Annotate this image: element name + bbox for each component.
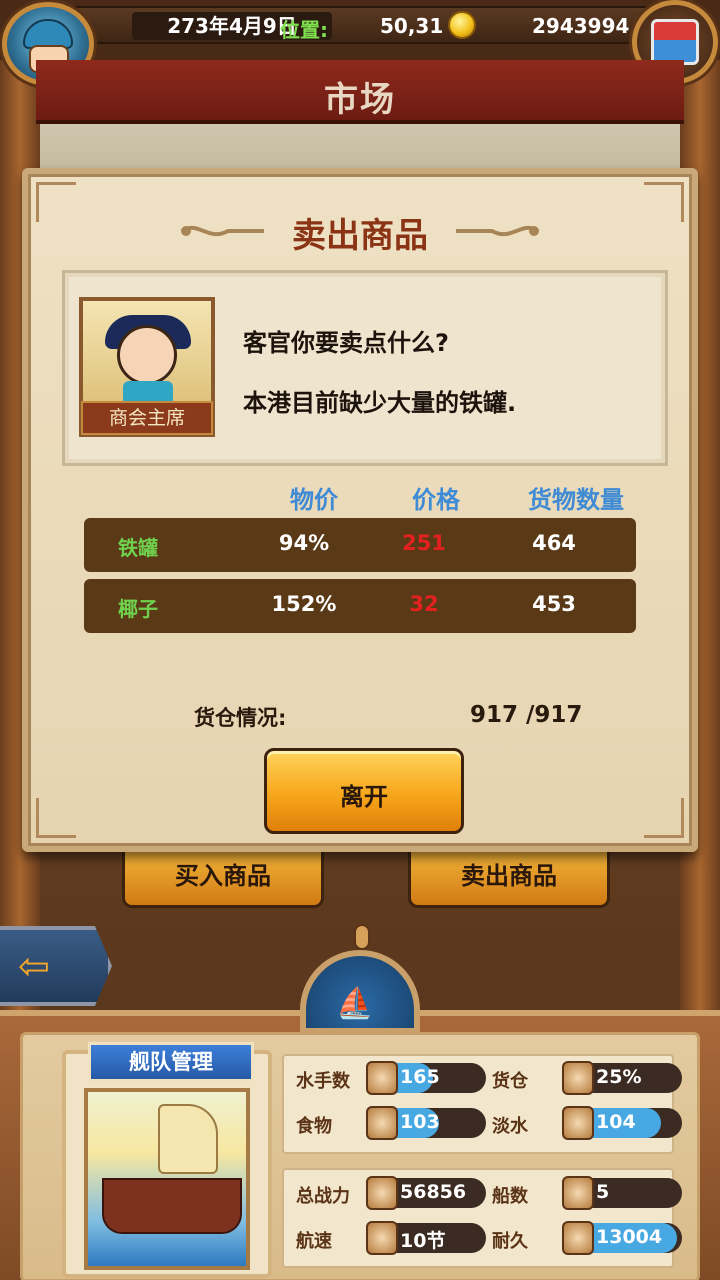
fleet-stat: 航速 10节 [296, 1221, 486, 1255]
top-status-bar: 273年4月9日 位置: 50,31 2943994 [60, 6, 660, 44]
fleet-stat: 耐久 13004 [492, 1221, 682, 1255]
ship-count-icon [562, 1176, 594, 1210]
back-arrow-icon: ⇦ [18, 944, 50, 988]
fleet-stat: 船数 5 [492, 1176, 682, 1210]
fleet-stat-label: 船数 [492, 1186, 528, 1207]
col-header-price-index: 物价 [290, 486, 338, 514]
fleet-management-card[interactable]: 舰队管理 [62, 1042, 272, 1278]
leave-label: 离开 [340, 783, 388, 811]
col-header-price: 价格 [412, 486, 460, 514]
storage-label: 货仓情况: [194, 706, 287, 730]
goods-row[interactable]: 铁罐 94% 251 464 [84, 518, 636, 572]
fleet-stat: 货仓 25% [492, 1061, 682, 1095]
ship-picture [84, 1088, 250, 1270]
fleet-stat-value: 104 [596, 1111, 636, 1133]
fleet-stat-label: 航速 [296, 1231, 332, 1252]
goods-price-index: 152% [271, 592, 337, 616]
fleet-management-label: 舰队管理 [88, 1042, 254, 1082]
npc-name: 商会主席 [81, 401, 213, 435]
fleet-stat-value: 56856 [400, 1181, 467, 1203]
fleet-stat-label: 耐久 [492, 1231, 528, 1252]
goods-price-index: 94% [278, 531, 330, 555]
leave-button[interactable]: 离开 [264, 748, 464, 834]
corner-ornament [36, 798, 76, 838]
fleet-stat: 食物 103 [296, 1106, 486, 1140]
water-icon [562, 1106, 594, 1140]
ship-sail-icon [158, 1104, 218, 1174]
position-value: 50,31 [380, 14, 444, 38]
fleet-stat-label: 总战力 [296, 1186, 350, 1207]
npc-line-1: 客官你要卖点什么? [243, 329, 449, 357]
fleet-stat-value: 165 [400, 1066, 440, 1088]
gold-coin-icon [448, 11, 476, 39]
sailing-speed-icon [366, 1221, 398, 1255]
gold-amount: 2943994 [532, 14, 630, 38]
dialog-title: 卖出商品 [292, 216, 428, 256]
npc-portrait: 商会主席 [79, 297, 215, 437]
cargo-icon [562, 1061, 594, 1095]
back-button[interactable]: ⇦ [0, 926, 112, 1006]
col-header-quantity: 货物数量 [528, 486, 624, 514]
meat-icon [366, 1106, 398, 1140]
sell-dialog: 卖出商品 商会主席 客官你要卖点什么? 本港目前缺少大量的铁罐. 物价 价格 货… [22, 168, 698, 852]
page-title: 市场 [324, 80, 396, 120]
fleet-stat-label: 货仓 [492, 1071, 528, 1092]
storage-value: 917 /917 [470, 702, 583, 728]
goods-name: 铁罐 [118, 536, 158, 560]
sell-goods-label: 卖出商品 [461, 862, 557, 890]
goods-price: 32 [409, 592, 439, 616]
sailor-icon [366, 1061, 398, 1095]
goods-name: 椰子 [118, 597, 158, 621]
treasure-chest-icon [651, 19, 699, 65]
buy-goods-label: 买入商品 [175, 862, 271, 890]
fleet-stat-label: 水手数 [296, 1071, 350, 1092]
fleet-stat: 总战力 56856 [296, 1176, 486, 1210]
fleet-stat-label: 淡水 [492, 1116, 528, 1137]
position-label: 位置: [280, 18, 328, 42]
fleet-stat: 淡水 104 [492, 1106, 682, 1140]
buy-goods-button[interactable]: 买入商品 [122, 852, 324, 908]
fleet-stat-value: 5 [596, 1181, 610, 1203]
title-banner: 市场 [36, 60, 684, 124]
fleet-stat-value: 10节 [400, 1230, 446, 1252]
sell-goods-button[interactable]: 卖出商品 [408, 852, 610, 908]
corner-ornament [644, 798, 684, 838]
goods-price: 251 [402, 531, 446, 555]
npc-face-icon [117, 325, 177, 385]
fleet-stat-value: 25% [596, 1066, 642, 1088]
durability-icon [562, 1221, 594, 1255]
fleet-stat-value: 13004 [596, 1226, 663, 1248]
fleet-stat: 水手数 165 [296, 1061, 486, 1095]
fleet-stat-label: 食物 [296, 1116, 332, 1137]
goods-row[interactable]: 椰子 152% 32 453 [84, 579, 636, 633]
crossed-swords-icon [366, 1176, 398, 1210]
ship-hull-icon [102, 1178, 242, 1234]
goods-quantity: 464 [532, 531, 576, 555]
dome-knob-icon [354, 924, 370, 950]
npc-speech-box: 商会主席 客官你要卖点什么? 本港目前缺少大量的铁罐. [62, 270, 668, 466]
boat-icon: ⛵ [336, 986, 374, 1021]
npc-line-2: 本港目前缺少大量的铁罐. [243, 389, 517, 417]
fleet-stat-value: 103 [400, 1111, 440, 1133]
goods-quantity: 453 [532, 592, 576, 616]
